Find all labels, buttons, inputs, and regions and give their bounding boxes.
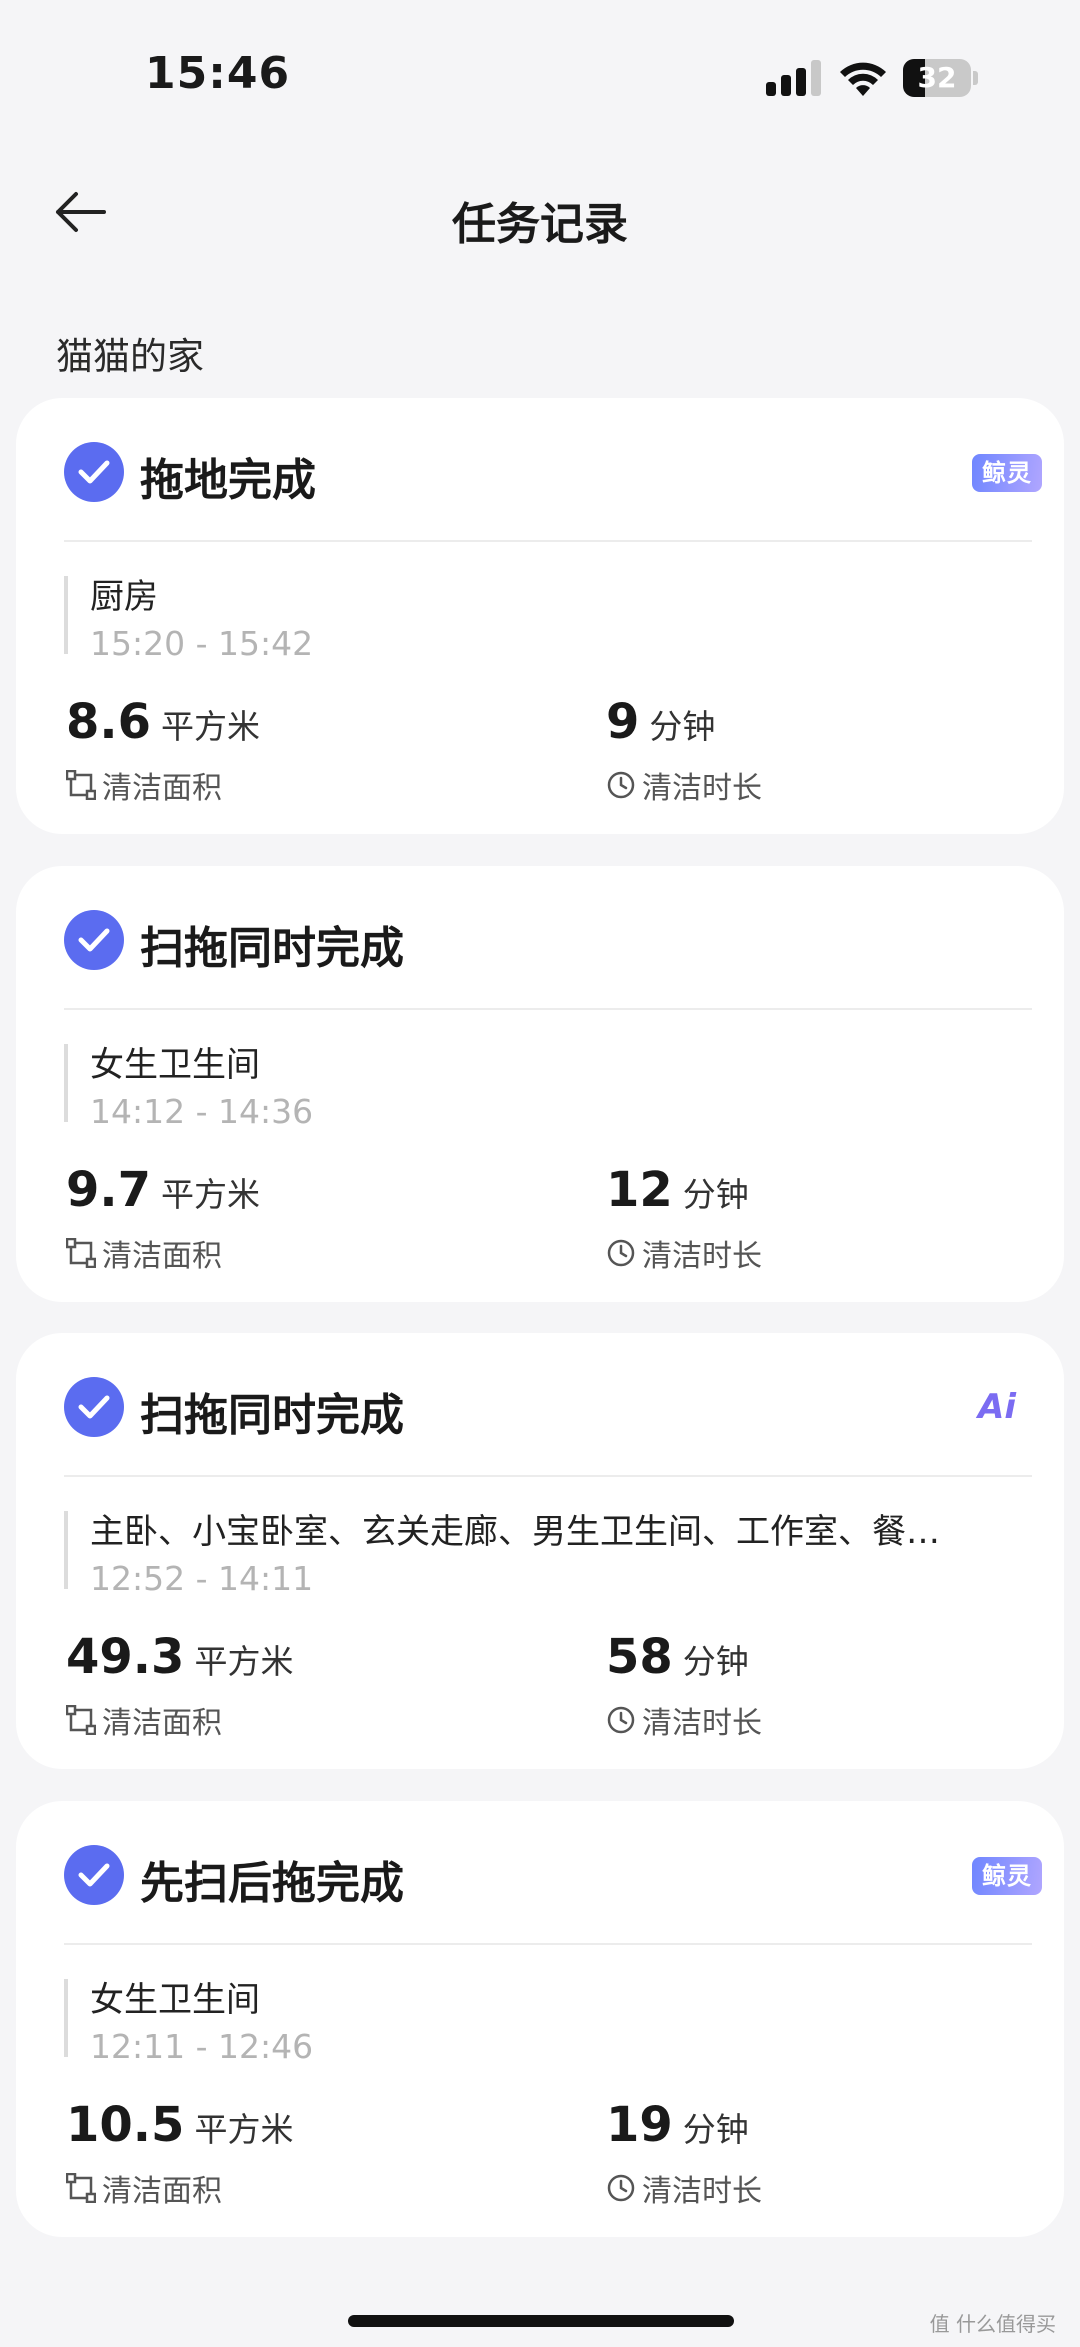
record-status-title: 扫拖同时完成 xyxy=(140,923,404,974)
record-status-title: 扫拖同时完成 xyxy=(140,1390,404,1441)
card-header: 拖地完成 鲸灵 xyxy=(64,442,1042,506)
divider xyxy=(64,1008,1032,1010)
home-indicator xyxy=(348,2315,734,2327)
clean-area-stat: 10.5 平方米 清洁面积 xyxy=(66,2097,293,2210)
divider xyxy=(64,1943,1032,1945)
area-icon xyxy=(66,1238,96,1268)
watermark: 值 什么值得买 xyxy=(929,2312,1056,2336)
clock-icon xyxy=(607,1239,635,1267)
clock-icon xyxy=(607,2174,635,2202)
task-record-card[interactable]: 先扫后拖完成 鲸灵 女生卫生间 12:11 - 12:46 10.5 平方米 清洁… xyxy=(16,1801,1064,2237)
check-circle-icon xyxy=(64,442,124,502)
status-bar: 15:46 32 xyxy=(0,0,1080,130)
room-info: 厨房 15:20 - 15:42 xyxy=(64,576,1050,663)
area-label: 清洁面积 xyxy=(102,1239,222,1274)
area-icon xyxy=(66,2173,96,2203)
duration-unit: 分钟 xyxy=(682,2110,749,2149)
duration-label: 清洁时长 xyxy=(642,2174,762,2209)
duration-unit: 分钟 xyxy=(682,1642,749,1681)
area-label: 清洁面积 xyxy=(102,1706,222,1741)
divider xyxy=(64,540,1032,542)
time-range: 12:11 - 12:46 xyxy=(90,2027,314,2066)
home-name: 猫猫的家 xyxy=(56,335,204,378)
area-unit: 平方米 xyxy=(161,1175,261,1214)
clock-icon xyxy=(607,771,635,799)
area-icon xyxy=(66,770,96,800)
clean-duration-stat: 9 分钟 清洁时长 xyxy=(606,694,762,807)
jingling-badge: 鲸灵 xyxy=(972,454,1042,492)
battery-percentage: 32 xyxy=(917,61,957,94)
time-range: 14:12 - 14:36 xyxy=(90,1092,314,1131)
clean-duration-stat: 19 分钟 清洁时长 xyxy=(606,2097,762,2210)
duration-value: 9 xyxy=(606,694,640,750)
area-unit: 平方米 xyxy=(161,707,261,746)
area-value: 49.3 xyxy=(66,1629,185,1685)
area-value: 9.7 xyxy=(66,1162,152,1218)
clean-area-stat: 9.7 平方米 清洁面积 xyxy=(66,1162,260,1275)
area-label: 清洁面积 xyxy=(102,771,222,806)
duration-unit: 分钟 xyxy=(649,707,716,746)
time-range: 12:52 - 14:11 xyxy=(90,1559,314,1598)
area-icon xyxy=(66,1705,96,1735)
divider xyxy=(64,1475,1032,1477)
card-header: 先扫后拖完成 鲸灵 xyxy=(64,1845,1042,1909)
clean-duration-stat: 58 分钟 清洁时长 xyxy=(606,1629,762,1742)
page-title: 任务记录 xyxy=(452,199,628,250)
status-time: 15:46 xyxy=(145,48,291,99)
duration-label: 清洁时长 xyxy=(642,1706,762,1741)
wifi-icon xyxy=(840,62,886,96)
card-header: 扫拖同时完成 xyxy=(64,910,1024,974)
room-info: 女生卫生间 12:11 - 12:46 xyxy=(64,1979,1050,2066)
area-value: 10.5 xyxy=(66,2097,185,2153)
room-info: 主卧、小宝卧室、玄关走廊、男生卫生间、工作室、餐… 12:52 - 14:11 xyxy=(64,1511,1050,1598)
check-circle-icon xyxy=(64,910,124,970)
clean-duration-stat: 12 分钟 清洁时长 xyxy=(606,1162,762,1275)
area-value: 8.6 xyxy=(66,694,152,750)
area-unit: 平方米 xyxy=(194,2110,294,2149)
battery-icon: 32 xyxy=(903,59,979,97)
room-info: 女生卫生间 14:12 - 14:36 xyxy=(64,1044,1050,1131)
clean-area-stat: 49.3 平方米 清洁面积 xyxy=(66,1629,293,1742)
check-circle-icon xyxy=(64,1845,124,1905)
room-names: 女生卫生间 xyxy=(90,1980,260,2020)
ai-badge-icon: Ai xyxy=(978,1387,1016,1427)
task-record-card[interactable]: 拖地完成 鲸灵 厨房 15:20 - 15:42 8.6 平方米 清洁面积 9 … xyxy=(16,398,1064,834)
duration-value: 12 xyxy=(606,1162,673,1218)
clock-icon xyxy=(607,1706,635,1734)
task-record-card[interactable]: 扫拖同时完成 Ai 主卧、小宝卧室、玄关走廊、男生卫生间、工作室、餐… 12:5… xyxy=(16,1333,1064,1769)
cellular-signal-icon xyxy=(766,60,821,96)
area-label: 清洁面积 xyxy=(102,2174,222,2209)
room-names: 女生卫生间 xyxy=(90,1045,260,1085)
jingling-badge: 鲸灵 xyxy=(972,1857,1042,1895)
time-range: 15:20 - 15:42 xyxy=(90,624,314,663)
duration-value: 19 xyxy=(606,2097,673,2153)
check-circle-icon xyxy=(64,1377,124,1437)
card-header: 扫拖同时完成 Ai xyxy=(64,1377,1024,1441)
clean-area-stat: 8.6 平方米 清洁面积 xyxy=(66,694,260,807)
record-status-title: 拖地完成 xyxy=(140,455,316,506)
record-status-title: 先扫后拖完成 xyxy=(140,1858,404,1909)
area-unit: 平方米 xyxy=(194,1642,294,1681)
room-names: 厨房 xyxy=(90,577,158,617)
task-record-card[interactable]: 扫拖同时完成 女生卫生间 14:12 - 14:36 9.7平方米 清洁面积 xyxy=(16,866,1064,1302)
room-names: 主卧、小宝卧室、玄关走廊、男生卫生间、工作室、餐… xyxy=(90,1512,940,1552)
duration-label: 清洁时长 xyxy=(642,1239,762,1274)
duration-unit: 分钟 xyxy=(682,1175,749,1214)
duration-label: 清洁时长 xyxy=(642,771,762,806)
duration-value: 58 xyxy=(606,1629,673,1685)
